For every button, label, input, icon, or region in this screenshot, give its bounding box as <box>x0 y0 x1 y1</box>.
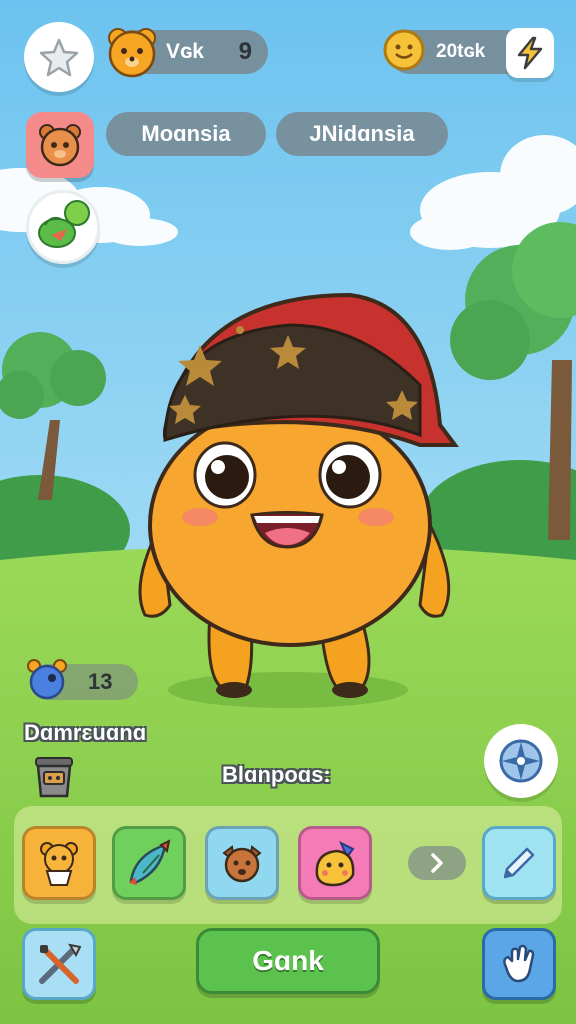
blue-orb-icon <box>24 656 70 702</box>
inventory-slot-1[interactable] <box>22 826 96 900</box>
puppy-toy-icon <box>222 845 262 883</box>
inventory-slot-3[interactable] <box>205 826 279 900</box>
next-page-button[interactable] <box>408 846 466 880</box>
trash-can-button[interactable] <box>28 752 80 800</box>
owner-name: JNidɑnsia <box>309 121 415 146</box>
energy-button[interactable] <box>506 28 554 78</box>
compass-icon <box>499 739 543 783</box>
lightning-icon <box>517 36 543 70</box>
coins-label: Vɢk <box>166 40 204 63</box>
chevron-right-icon <box>431 853 443 873</box>
smiley-coin-icon <box>380 26 428 74</box>
pencil-icon <box>503 847 535 879</box>
chick-toy-icon <box>315 840 355 887</box>
star-home-icon <box>39 38 79 77</box>
center-caption: Blɑnpoɑs: <box>222 762 331 787</box>
home-button[interactable] <box>24 22 94 92</box>
pet-name-tag[interactable]: Moɑnsia <box>106 112 266 156</box>
inventory-slot-2[interactable] <box>112 826 186 900</box>
crossed-tools-icon <box>39 943 82 984</box>
edit-button[interactable] <box>482 826 556 900</box>
hand-icon <box>503 944 535 983</box>
gems-value: 20tɢk <box>436 41 486 62</box>
interact-button[interactable] <box>482 928 556 1000</box>
inventory-slot-4[interactable] <box>298 826 372 900</box>
trash-can-icon <box>35 757 73 798</box>
stat-counter: 13 <box>27 659 138 700</box>
pet-character[interactable] <box>130 285 460 705</box>
green-snack-icon <box>38 200 90 248</box>
coins-value: 9 <box>238 38 252 65</box>
snack-button[interactable] <box>26 190 100 264</box>
pet-name: Moɑnsia <box>141 121 231 146</box>
bear-coin-icon <box>104 24 160 80</box>
coins-counter: Vɢk 9 <box>108 28 268 78</box>
bear-toy-icon <box>40 842 78 886</box>
go-button[interactable]: Gɑnk <box>196 928 380 994</box>
compass-button[interactable] <box>484 724 558 798</box>
rocket-toy-icon <box>129 839 171 885</box>
go-button-label: Gɑnk <box>252 945 324 976</box>
pet-avatar-button[interactable] <box>26 112 94 178</box>
section-title: Dɑmrɛuɑnɑ <box>24 720 147 745</box>
tools-button[interactable] <box>22 928 96 1000</box>
bear-face-icon <box>39 124 81 167</box>
inventory-tray <box>14 806 562 924</box>
stat-value: 13 <box>88 669 113 694</box>
owner-name-tag[interactable]: JNidɑnsia <box>276 112 448 156</box>
